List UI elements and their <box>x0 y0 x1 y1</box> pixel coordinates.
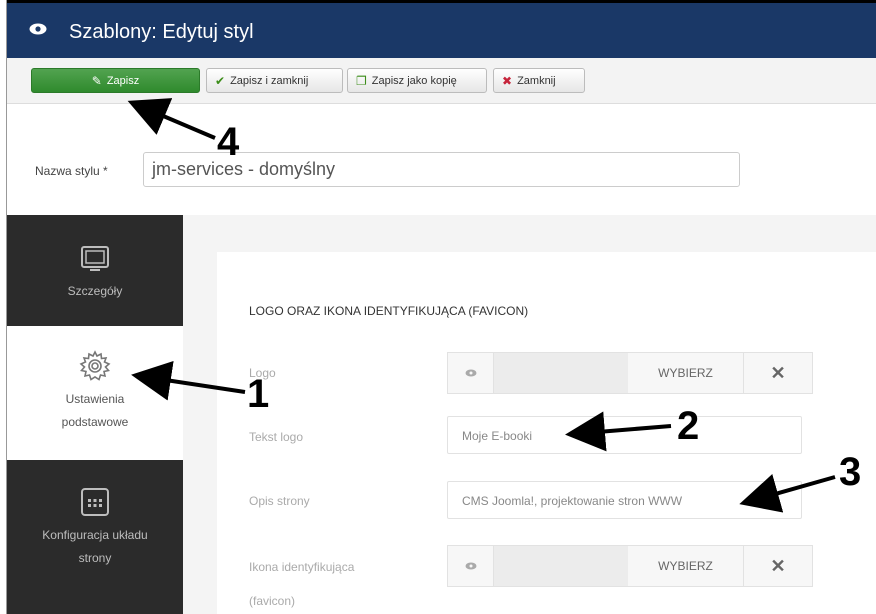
annotation-number: 4 <box>217 120 240 164</box>
annotation-number: 1 <box>247 372 270 416</box>
arrow-3 <box>739 474 836 513</box>
arrow-4 <box>127 98 216 140</box>
arrow-1 <box>131 361 246 401</box>
annotation-number: 2 <box>677 404 700 448</box>
app-frame: Szablony: Edytuj styl ✎ Zapisz ✔ Zapisz … <box>6 0 876 614</box>
annotation-number: 3 <box>839 450 862 494</box>
arrow-2 <box>565 411 672 452</box>
annotation-arrows <box>127 98 836 513</box>
